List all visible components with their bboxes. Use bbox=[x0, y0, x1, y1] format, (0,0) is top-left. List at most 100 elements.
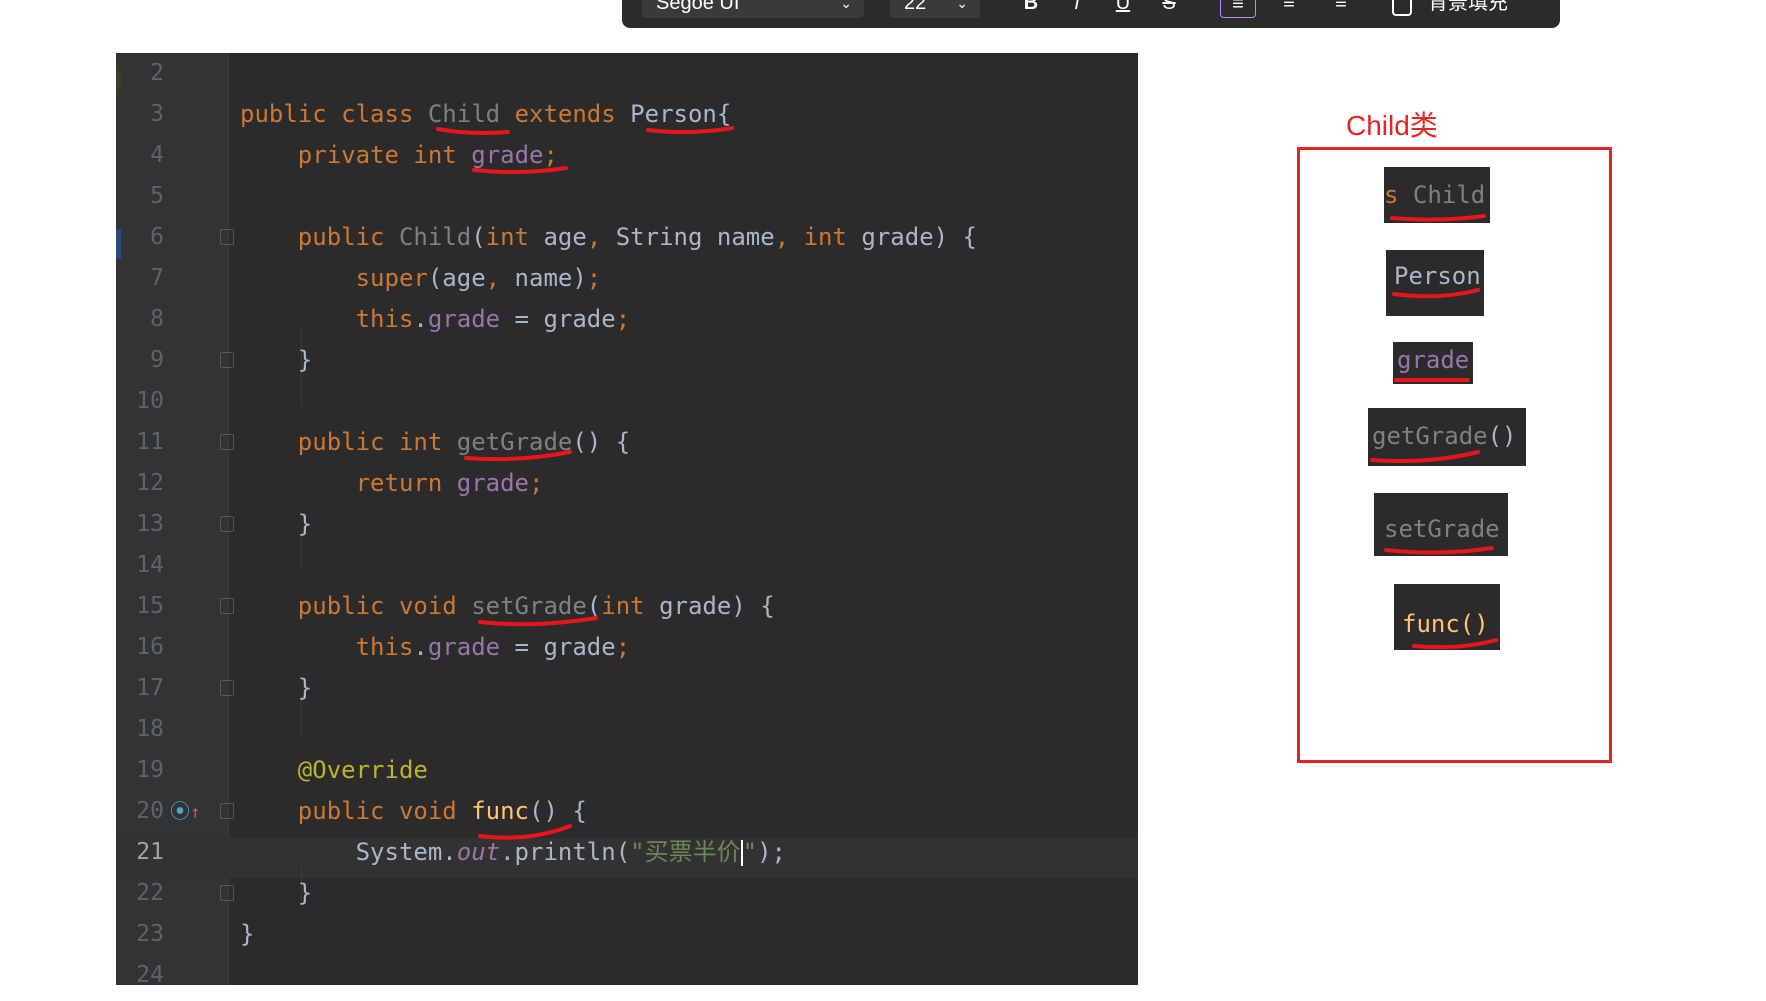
screenshot-canvas: Segoe UI ⌄ 22 ⌄ B I U S ≡ ≡ ≡ 背景填充 2 3 p… bbox=[0, 0, 1766, 1001]
font-family-select[interactable]: Segoe UI ⌄ bbox=[642, 0, 864, 18]
override-method-icon[interactable]: ⦿↑ bbox=[170, 799, 201, 823]
fold-marker-icon[interactable] bbox=[220, 434, 234, 450]
code-text: } bbox=[297, 510, 313, 538]
align-left-button[interactable]: ≡ bbox=[1220, 0, 1256, 18]
code-line: 16 this.grade = grade; bbox=[116, 627, 1138, 668]
chip-child: s Child bbox=[1384, 167, 1490, 223]
code-line: 7 super(age, name); bbox=[116, 258, 1138, 299]
chip-func: func() bbox=[1394, 584, 1500, 650]
underline-button[interactable]: U bbox=[1108, 0, 1138, 18]
fold-marker-icon[interactable] bbox=[220, 516, 234, 532]
code-text: return grade; bbox=[355, 469, 544, 497]
line-number: 13 bbox=[136, 511, 164, 537]
code-line: 3 public class Child extends Person{ bbox=[116, 94, 1138, 135]
code-line: 11 public int getGrade() { bbox=[116, 422, 1138, 463]
code-text: this.grade = grade; bbox=[355, 305, 631, 333]
line-number: 23 bbox=[136, 921, 164, 947]
code-line: 4 private int grade; bbox=[116, 135, 1138, 176]
line-number: 3 bbox=[150, 101, 164, 127]
code-line: 10 bbox=[116, 381, 1138, 422]
fold-marker-icon[interactable] bbox=[220, 352, 234, 368]
code-line: 2 bbox=[116, 53, 1138, 94]
font-family-value: Segoe UI bbox=[656, 0, 740, 14]
line-number: 10 bbox=[136, 388, 164, 414]
line-number: 16 bbox=[136, 634, 164, 660]
align-center-icon: ≡ bbox=[1283, 0, 1295, 14]
code-line: 18 bbox=[116, 709, 1138, 750]
line-number: 5 bbox=[150, 183, 164, 209]
align-left-icon: ≡ bbox=[1232, 0, 1244, 15]
code-text: super(age, name); bbox=[355, 264, 602, 292]
code-line: 20 ⦿↑ public void func() { bbox=[116, 791, 1138, 832]
line-number: 14 bbox=[136, 552, 164, 578]
line-number: 21 bbox=[136, 839, 164, 865]
code-text: public class Child extends Person{ bbox=[240, 100, 732, 128]
chip-setgrade: setGrade bbox=[1374, 493, 1508, 556]
chevron-down-icon: ⌄ bbox=[840, 0, 852, 11]
line-number: 4 bbox=[150, 142, 164, 168]
strikethrough-button[interactable]: S bbox=[1154, 0, 1184, 18]
chevron-down-icon: ⌄ bbox=[956, 0, 968, 11]
line-number: 20 bbox=[136, 798, 164, 824]
font-size-select[interactable]: 22 ⌄ bbox=[890, 0, 980, 18]
fold-marker-icon[interactable] bbox=[220, 803, 234, 819]
code-line: 22 } bbox=[116, 873, 1138, 914]
line-number: 6 bbox=[150, 224, 164, 250]
code-editor[interactable]: 2 3 public class Child extends Person{ 4… bbox=[116, 53, 1138, 985]
code-line: 13 } bbox=[116, 504, 1138, 545]
background-fill-checkbox[interactable] bbox=[1392, 0, 1412, 16]
code-line: 8 this.grade = grade; bbox=[116, 299, 1138, 340]
line-number: 18 bbox=[136, 716, 164, 742]
code-text: this.grade = grade; bbox=[355, 633, 631, 661]
line-number: 22 bbox=[136, 880, 164, 906]
code-line: 24 bbox=[116, 955, 1138, 985]
text-format-toolbar: Segoe UI ⌄ 22 ⌄ B I U S ≡ ≡ ≡ 背景填充 bbox=[622, 0, 1560, 28]
line-number: 9 bbox=[150, 347, 164, 373]
code-text: private int grade; bbox=[297, 141, 558, 169]
line-number: 24 bbox=[136, 962, 164, 985]
code-line: 19 @Override bbox=[116, 750, 1138, 791]
bold-button[interactable]: B bbox=[1016, 0, 1046, 18]
code-text: System.out.println("买票半价"); bbox=[355, 838, 786, 866]
code-line: 17 } bbox=[116, 668, 1138, 709]
code-text: public void setGrade(int grade) { bbox=[297, 592, 775, 620]
chip-grade: grade bbox=[1393, 342, 1473, 384]
line-number: 7 bbox=[150, 265, 164, 291]
code-text: } bbox=[297, 674, 313, 702]
line-number: 19 bbox=[136, 757, 164, 783]
fold-marker-icon[interactable] bbox=[220, 885, 234, 901]
line-number: 17 bbox=[136, 675, 164, 701]
code-text: public void func() { bbox=[297, 797, 587, 825]
background-fill-label: 背景填充 bbox=[1428, 0, 1508, 14]
code-line: 15 public void setGrade(int grade) { bbox=[116, 586, 1138, 627]
fold-marker-icon[interactable] bbox=[220, 680, 234, 696]
code-line: 6 public Child(int age, String name, int… bbox=[116, 217, 1138, 258]
line-number: 11 bbox=[136, 429, 164, 455]
code-text: } bbox=[240, 920, 255, 948]
code-text: public int getGrade() { bbox=[297, 428, 631, 456]
align-right-button[interactable]: ≡ bbox=[1326, 0, 1356, 18]
panel-title: Child类 bbox=[1346, 110, 1438, 141]
fold-marker-icon[interactable] bbox=[220, 229, 234, 245]
line-number: 8 bbox=[150, 306, 164, 332]
code-line: 5 bbox=[116, 176, 1138, 217]
line-number: 15 bbox=[136, 593, 164, 619]
code-line: 12 return grade; bbox=[116, 463, 1138, 504]
italic-button[interactable]: I bbox=[1062, 0, 1092, 18]
code-line: 21 System.out.println("买票半价"); bbox=[116, 832, 1138, 873]
chip-getgrade: getGrade() bbox=[1368, 408, 1526, 466]
chip-person: Person bbox=[1386, 250, 1484, 316]
code-text: @Override bbox=[297, 756, 428, 784]
font-size-value: 22 bbox=[904, 0, 927, 14]
code-text: } bbox=[297, 879, 313, 907]
align-center-button[interactable]: ≡ bbox=[1274, 0, 1304, 18]
align-right-icon: ≡ bbox=[1335, 0, 1347, 14]
line-number: 12 bbox=[136, 470, 164, 496]
code-line: 23 } bbox=[116, 914, 1138, 955]
code-line: 9 } bbox=[116, 340, 1138, 381]
code-line: 14 bbox=[116, 545, 1138, 586]
code-text: } bbox=[297, 346, 313, 374]
line-number: 2 bbox=[150, 60, 164, 86]
code-text: public Child(int age, String name, int g… bbox=[297, 223, 978, 251]
fold-marker-icon[interactable] bbox=[220, 598, 234, 614]
